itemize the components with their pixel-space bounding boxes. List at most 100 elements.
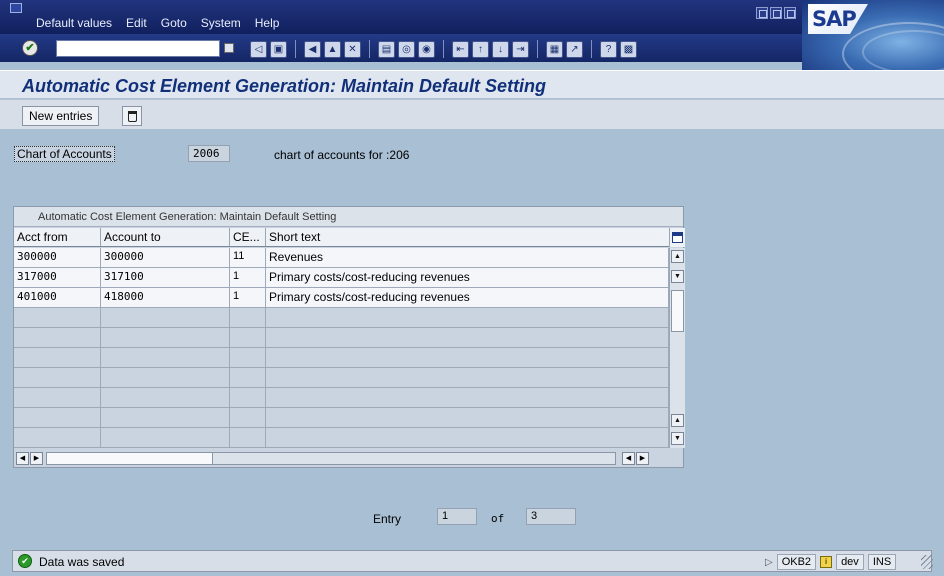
back-icon[interactable]: ◁ bbox=[250, 40, 267, 58]
previous-page-icon[interactable]: ↑ bbox=[472, 40, 489, 58]
save-icon[interactable]: ▣ bbox=[270, 40, 287, 58]
menu-help[interactable]: Help bbox=[255, 16, 280, 30]
scroll-page-down-icon[interactable]: ▼ bbox=[671, 432, 684, 445]
empty-cell[interactable] bbox=[14, 388, 101, 407]
cell-ce[interactable]: 11 bbox=[230, 248, 266, 267]
table-row-empty[interactable] bbox=[14, 368, 669, 388]
column-header-acct-from[interactable]: Acct from bbox=[14, 228, 101, 246]
vertical-scroll-thumb[interactable] bbox=[671, 290, 684, 332]
table-row[interactable]: 300000 300000 11 Revenues bbox=[14, 248, 669, 268]
input-mode[interactable]: INS bbox=[867, 554, 897, 570]
empty-cell[interactable] bbox=[101, 308, 230, 327]
cell-acct-from[interactable]: 401000 bbox=[14, 288, 101, 307]
find-icon[interactable]: ◎ bbox=[398, 40, 415, 58]
cell-account-to[interactable]: 418000 bbox=[101, 288, 230, 307]
cell-ce[interactable]: 1 bbox=[230, 288, 266, 307]
close-icon[interactable] bbox=[784, 7, 796, 19]
first-page-icon[interactable]: ⇤ bbox=[452, 40, 469, 58]
empty-cell[interactable] bbox=[101, 368, 230, 387]
empty-cell[interactable] bbox=[14, 408, 101, 427]
empty-cell[interactable] bbox=[266, 348, 669, 367]
status-message[interactable]: Data was saved bbox=[39, 555, 124, 569]
empty-cell[interactable] bbox=[101, 388, 230, 407]
cell-acct-from[interactable]: 300000 bbox=[14, 248, 101, 267]
create-session-icon[interactable]: ▦ bbox=[546, 40, 563, 58]
empty-cell[interactable] bbox=[14, 368, 101, 387]
shortcut-icon[interactable]: ↗ bbox=[566, 40, 583, 58]
next-page-icon[interactable]: ↓ bbox=[492, 40, 509, 58]
empty-cell[interactable] bbox=[101, 328, 230, 347]
print-icon[interactable]: ▤ bbox=[378, 40, 395, 58]
empty-cell[interactable] bbox=[101, 348, 230, 367]
empty-cell[interactable] bbox=[14, 428, 101, 447]
empty-cell[interactable] bbox=[266, 428, 669, 447]
command-field[interactable] bbox=[56, 40, 220, 57]
cell-account-to[interactable]: 300000 bbox=[101, 248, 230, 267]
empty-cell[interactable] bbox=[101, 408, 230, 427]
empty-cell[interactable] bbox=[230, 408, 266, 427]
maximize-icon[interactable] bbox=[770, 7, 782, 19]
scroll-left-icon-right[interactable]: ◀ bbox=[622, 452, 635, 465]
column-header-account-to[interactable]: Account to bbox=[101, 228, 230, 246]
resize-grip-icon[interactable] bbox=[921, 555, 933, 569]
enter-icon[interactable]: ✔ bbox=[22, 40, 38, 56]
scroll-right-icon-right[interactable]: ▶ bbox=[636, 452, 649, 465]
empty-cell[interactable] bbox=[230, 388, 266, 407]
table-row[interactable]: 401000 418000 1 Primary costs/cost-reduc… bbox=[14, 288, 669, 308]
empty-cell[interactable] bbox=[266, 408, 669, 427]
expand-status-icon[interactable]: ▷ bbox=[765, 557, 773, 568]
system-menu-icon[interactable] bbox=[10, 3, 22, 13]
empty-cell[interactable] bbox=[230, 368, 266, 387]
cancel-icon[interactable]: ✕ bbox=[344, 40, 361, 58]
exit-icon[interactable]: ▲ bbox=[324, 40, 341, 58]
scroll-left-icon[interactable]: ◀ bbox=[16, 452, 29, 465]
back-arrow-icon[interactable]: ◀ bbox=[304, 40, 321, 58]
vertical-scrollbar[interactable]: ▲ ▼ ▲ ▼ bbox=[669, 248, 685, 448]
command-history-icon[interactable] bbox=[224, 43, 234, 53]
table-row-empty[interactable] bbox=[14, 408, 669, 428]
column-header-short-text[interactable]: Short text bbox=[266, 228, 669, 246]
cell-ce[interactable]: 1 bbox=[230, 268, 266, 287]
empty-cell[interactable] bbox=[230, 328, 266, 347]
new-entries-button[interactable]: New entries bbox=[22, 106, 100, 126]
table-row-empty[interactable] bbox=[14, 308, 669, 328]
menu-edit[interactable]: Edit bbox=[126, 16, 147, 30]
empty-cell[interactable] bbox=[14, 308, 101, 327]
customize-layout-icon[interactable]: ▩ bbox=[620, 40, 637, 58]
horizontal-scroll-thumb[interactable] bbox=[47, 453, 213, 464]
system-info-icon[interactable]: i bbox=[820, 556, 833, 568]
table-row-empty[interactable] bbox=[14, 388, 669, 408]
scroll-page-up-icon[interactable]: ▲ bbox=[671, 414, 684, 427]
empty-cell[interactable] bbox=[266, 308, 669, 327]
table-row[interactable]: 317000 317100 1 Primary costs/cost-reduc… bbox=[14, 268, 669, 288]
column-header-ce[interactable]: CE... bbox=[230, 228, 266, 246]
scroll-down-icon[interactable]: ▼ bbox=[671, 270, 684, 283]
empty-cell[interactable] bbox=[266, 388, 669, 407]
menu-system[interactable]: System bbox=[201, 16, 241, 30]
table-row-empty[interactable] bbox=[14, 328, 669, 348]
menu-default-values[interactable]: Default values bbox=[36, 16, 112, 30]
table-row-empty[interactable] bbox=[14, 348, 669, 368]
empty-cell[interactable] bbox=[266, 368, 669, 387]
table-row-empty[interactable] bbox=[14, 428, 669, 448]
empty-cell[interactable] bbox=[14, 328, 101, 347]
cell-short-text[interactable]: Primary costs/cost-reducing revenues bbox=[266, 288, 669, 307]
find-next-icon[interactable]: ◉ bbox=[418, 40, 435, 58]
cell-acct-from[interactable]: 317000 bbox=[14, 268, 101, 287]
empty-cell[interactable] bbox=[230, 308, 266, 327]
cell-short-text[interactable]: Revenues bbox=[266, 248, 669, 267]
empty-cell[interactable] bbox=[230, 348, 266, 367]
delete-button[interactable] bbox=[122, 106, 142, 126]
scroll-right-icon[interactable]: ▶ bbox=[30, 452, 43, 465]
cell-account-to[interactable]: 317100 bbox=[101, 268, 230, 287]
empty-cell[interactable] bbox=[266, 328, 669, 347]
empty-cell[interactable] bbox=[230, 428, 266, 447]
scroll-up-icon[interactable]: ▲ bbox=[671, 250, 684, 263]
table-settings-icon[interactable] bbox=[669, 228, 685, 247]
menu-goto[interactable]: Goto bbox=[161, 16, 187, 30]
cell-short-text[interactable]: Primary costs/cost-reducing revenues bbox=[266, 268, 669, 287]
last-page-icon[interactable]: ⇥ bbox=[512, 40, 529, 58]
horizontal-scrollbar[interactable] bbox=[46, 452, 616, 465]
help-icon[interactable]: ? bbox=[600, 40, 617, 58]
minimize-icon[interactable] bbox=[756, 7, 768, 19]
